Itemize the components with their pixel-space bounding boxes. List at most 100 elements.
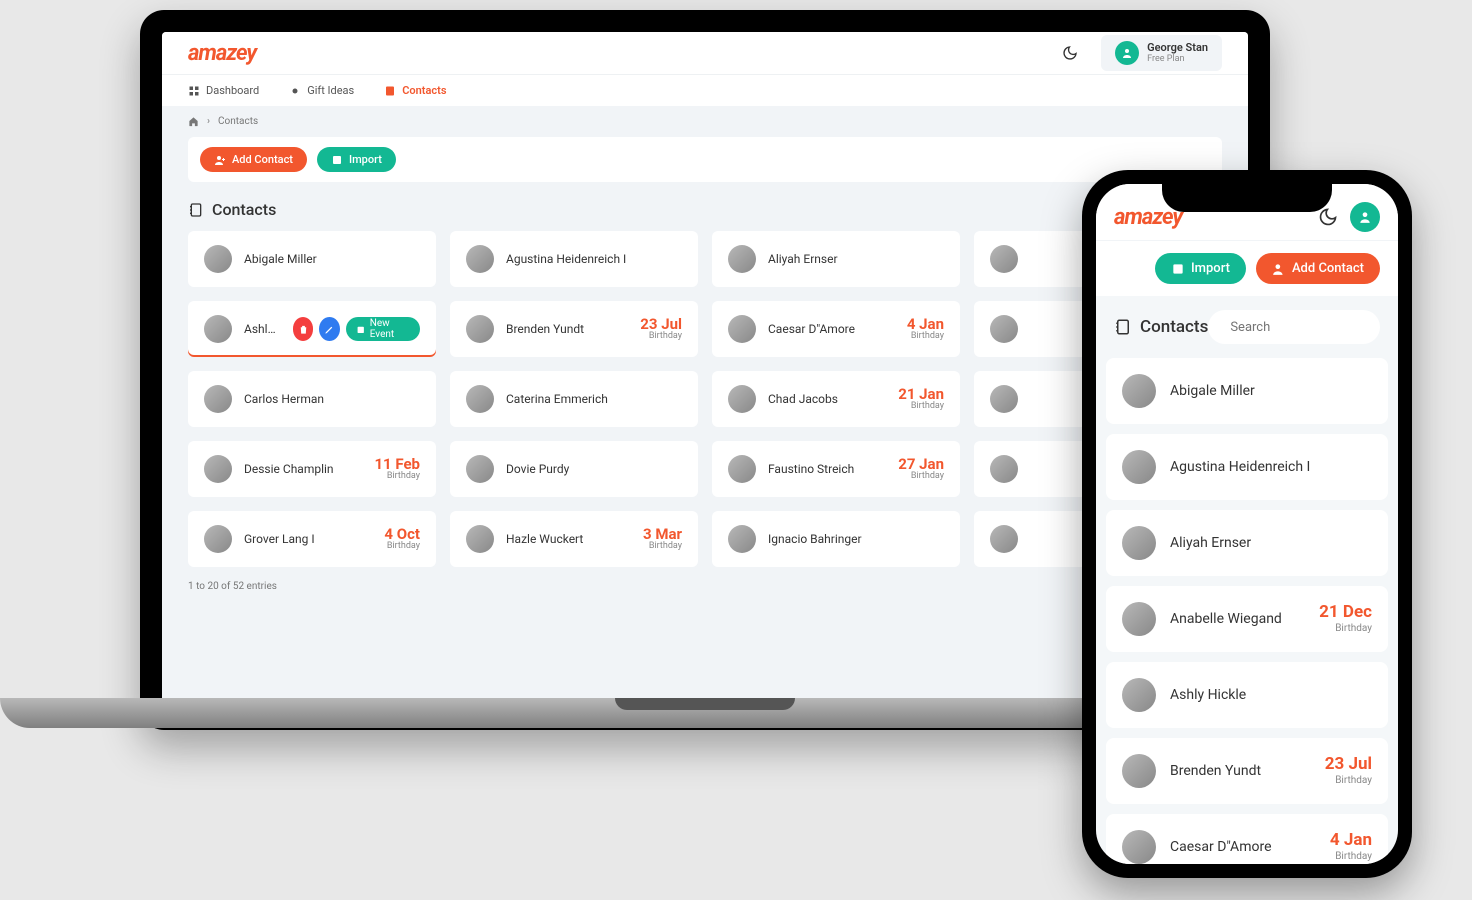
contact-card[interactable]: Hazle Wuckert3 MarBirthday — [450, 511, 698, 567]
contact-name: Grover Lang I — [244, 532, 372, 546]
person-icon — [1358, 210, 1372, 224]
contact-card[interactable]: Agustina Heidenreich I — [1106, 434, 1388, 500]
new-event-button[interactable]: New Event — [346, 317, 420, 341]
import-icon — [1171, 262, 1185, 276]
dark-mode-toggle[interactable] — [1055, 38, 1085, 68]
contact-avatar — [1122, 830, 1156, 864]
contact-avatar — [728, 455, 756, 483]
mobile-import-button[interactable]: Import — [1155, 253, 1246, 284]
breadcrumb-current: Contacts — [218, 116, 258, 127]
contact-name: Chad Jacobs — [768, 392, 886, 406]
nav-contacts[interactable]: Contacts — [384, 84, 446, 97]
contact-avatar — [728, 315, 756, 343]
contact-card[interactable]: Ashly Hickle — [1106, 662, 1388, 728]
contact-name: Abigale Miller — [244, 252, 420, 266]
contact-event-type: Birthday — [898, 402, 944, 412]
contact-card[interactable]: Faustino Streich27 JanBirthday — [712, 441, 960, 497]
contact-card[interactable]: Aliyah Ernser — [712, 231, 960, 287]
contact-card[interactable]: Brenden Yundt23 JulBirthday — [1106, 738, 1388, 804]
contact-card[interactable]: Dovie Purdy — [450, 441, 698, 497]
contact-avatar — [728, 525, 756, 553]
contact-name: Dovie Purdy — [506, 462, 682, 476]
contacts-book-icon — [188, 202, 204, 218]
add-contact-button[interactable]: Add Contact — [200, 147, 307, 172]
contact-name: Agustina Heidenreich I — [506, 252, 682, 266]
contact-card[interactable]: Carlos Herman — [188, 371, 436, 427]
contacts-nav-icon — [384, 85, 396, 97]
import-label: Import — [349, 153, 382, 166]
contact-avatar — [204, 315, 232, 343]
contact-event-date: 3 Mar — [643, 526, 682, 543]
contact-name: Caesar D"Amore — [768, 322, 895, 336]
mobile-user-menu[interactable] — [1350, 202, 1380, 232]
contact-name: Caesar D"Amore — [1170, 839, 1316, 855]
pencil-icon — [324, 324, 335, 335]
contact-card[interactable]: Abigale Miller — [1106, 358, 1388, 424]
contact-avatar — [990, 525, 1018, 553]
contact-card[interactable]: Ignacio Bahringer — [712, 511, 960, 567]
contact-avatar — [1122, 602, 1156, 636]
contact-event-date: 21 Dec — [1319, 603, 1372, 623]
mobile-search[interactable] — [1208, 310, 1380, 344]
contact-card[interactable]: Chad Jacobs21 JanBirthday — [712, 371, 960, 427]
contact-avatar — [204, 525, 232, 553]
search-input[interactable] — [1230, 320, 1396, 335]
delete-contact-button[interactable] — [293, 317, 314, 341]
contacts-book-icon — [1114, 318, 1132, 336]
contact-card[interactable]: Dessie Champlin11 FebBirthday — [188, 441, 436, 497]
edit-contact-button[interactable] — [319, 317, 340, 341]
nav-dashboard[interactable]: Dashboard — [188, 84, 259, 97]
contact-card[interactable]: Aliyah Ernser — [1106, 510, 1388, 576]
contact-avatar — [204, 245, 232, 273]
add-person-icon — [1272, 262, 1286, 276]
contact-name: Dessie Champlin — [244, 462, 362, 476]
mobile-section-header: Contacts — [1096, 296, 1398, 358]
home-icon[interactable] — [188, 116, 199, 127]
contact-name: Brenden Yundt — [1170, 763, 1311, 779]
user-avatar — [1115, 41, 1139, 65]
contact-card[interactable]: Agustina Heidenreich I — [450, 231, 698, 287]
contact-card[interactable]: Grover Lang I 4 OctBirthday — [188, 511, 436, 567]
contact-avatar — [1122, 526, 1156, 560]
contact-name: Ignacio Bahringer — [768, 532, 944, 546]
contact-avatar — [466, 455, 494, 483]
contact-card[interactable]: Anabelle Wiegand21 DecBirthday — [1106, 586, 1388, 652]
contact-event-date: 4 Oct — [384, 526, 420, 543]
contact-avatar — [1122, 678, 1156, 712]
trash-icon — [298, 324, 309, 335]
contact-event-date: 27 Jan — [898, 456, 944, 473]
phone-device-frame: amazey Import Add Contact — [1082, 170, 1412, 878]
contact-card[interactable]: Ashly H New Event — [188, 301, 436, 357]
contact-name: Aliyah Ernser — [768, 252, 944, 266]
mobile-dark-mode-toggle[interactable] — [1318, 207, 1338, 227]
breadcrumb-separator: › — [207, 116, 210, 127]
contact-avatar — [204, 385, 232, 413]
contact-card[interactable]: Caterina Emmerich — [450, 371, 698, 427]
contact-event-type: Birthday — [907, 332, 944, 342]
contact-avatar — [204, 455, 232, 483]
moon-icon — [1062, 45, 1078, 61]
mobile-add-contact-button[interactable]: Add Contact — [1256, 253, 1380, 284]
contact-card[interactable]: Caesar D"Amore4 JanBirthday — [1106, 814, 1388, 864]
add-person-icon — [214, 154, 226, 166]
grid-icon — [188, 85, 200, 97]
import-button[interactable]: Import — [317, 147, 396, 172]
desktop-topbar: amazey George Stan Free Plan — [162, 32, 1248, 74]
contact-card[interactable]: Abigale Miller — [188, 231, 436, 287]
contact-event-date: 11 Feb — [374, 456, 420, 473]
contact-avatar — [728, 385, 756, 413]
contact-avatar — [466, 385, 494, 413]
contact-name: Ashly Hickle — [1170, 687, 1372, 703]
contact-event-type: Birthday — [384, 542, 420, 552]
contact-card[interactable]: Brenden Yundt23 JulBirthday — [450, 301, 698, 357]
user-name: George Stan — [1147, 42, 1208, 54]
nav-gift-ideas[interactable]: Gift Ideas — [289, 84, 354, 97]
contact-avatar — [1122, 374, 1156, 408]
calendar-icon — [356, 324, 365, 335]
user-menu[interactable]: George Stan Free Plan — [1101, 35, 1222, 71]
mobile-section-title: Contacts — [1140, 317, 1208, 337]
import-icon — [331, 154, 343, 166]
brand-logo[interactable]: amazey — [188, 41, 256, 66]
contact-card[interactable]: Caesar D"Amore4 JanBirthday — [712, 301, 960, 357]
phone-bezel: amazey Import Add Contact — [1082, 170, 1412, 878]
